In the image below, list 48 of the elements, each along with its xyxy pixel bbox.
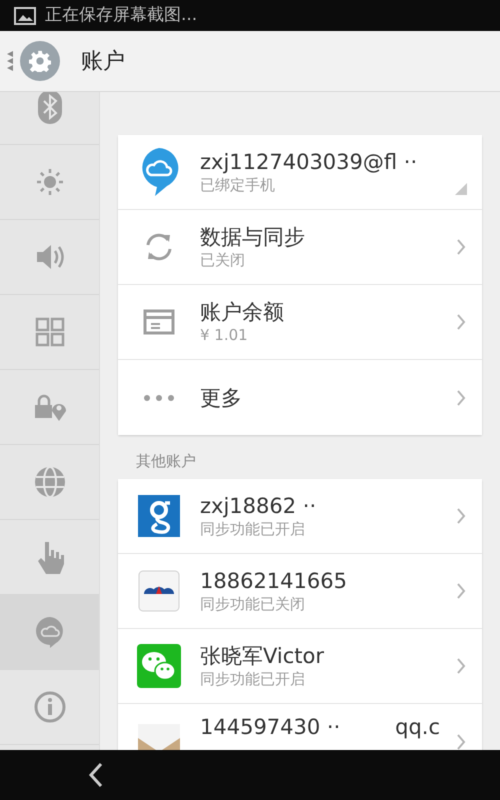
settings-button[interactable] [20,41,60,81]
chevron-right-icon [456,507,466,525]
section-heading: 其他账户 [136,451,197,471]
account-row[interactable]: 账户余额 ¥ 1.01 [118,285,482,360]
g-logo-icon [138,495,180,537]
row-title: 144597430 ·· [200,714,340,740]
row-title: 账户余额 [200,299,284,325]
card-icon [143,308,175,336]
account-row[interactable]: 更多 [118,360,482,435]
account-row[interactable]: zxj1127403039@fl ·· 已绑定手机 [118,135,482,210]
row-title-suffix: qq.c [395,714,440,740]
more-icon [143,394,175,402]
bank-logo-icon [138,570,180,612]
back-icon [88,762,104,788]
notification-text: 正在保存屏幕截图... [45,4,198,27]
page-title: 账户 [81,48,125,76]
chevron-right-icon [456,388,466,406]
row-title: 18862141665 [200,568,347,594]
row-subtitle: 已关闭 [200,250,246,270]
chevron-right-icon [456,657,466,675]
chevron-right-icon [456,582,466,600]
drawer-indicator-icon [5,49,13,73]
row-title: 数据与同步 [200,224,305,250]
sidebar-item[interactable] [0,595,99,670]
row-subtitle: 已绑定手机 [200,175,276,195]
account-row[interactable]: 张晓军Victor 同步功能已开启 [118,629,482,704]
account-row[interactable]: zxj18862 ·· 同步功能已开启 [118,479,482,554]
sidebar-item[interactable] [0,92,99,145]
row-subtitle: 同步功能已开启 [200,519,306,539]
account-row[interactable]: 144597430 ·· qq.c [118,704,482,750]
row-title: zxj18862 ·· [200,493,316,519]
row-subtitle: 同步功能已开启 [200,669,306,689]
row-title: 更多 [200,384,242,410]
row-subtitle: 同步功能已关闭 [200,594,306,614]
row-subtitle: ¥ 1.01 [200,325,249,345]
chevron-right-icon [456,313,466,331]
chevron-right-icon [456,238,466,256]
info-icon [32,690,66,724]
chevron-right-icon [456,732,466,750]
settings-icon [29,50,51,72]
image-icon [14,6,36,24]
corner-triangle-icon [455,183,467,195]
row-title: zxj1127403039@fl ·· [200,149,418,175]
globe-icon [32,465,66,499]
row-title: 张晓军Victor [200,643,324,669]
account-row[interactable]: 18862141665 同步功能已关闭 [118,554,482,629]
chat-bubbles-icon [137,644,181,688]
account-row[interactable]: 数据与同步 已关闭 [118,210,482,285]
